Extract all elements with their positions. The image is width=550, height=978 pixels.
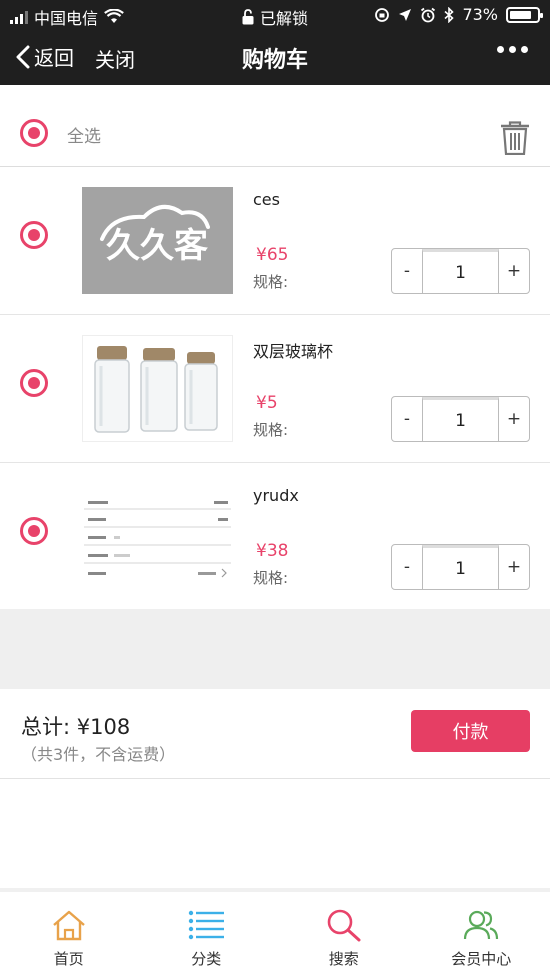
tab-member-label: 会员中心 xyxy=(451,950,512,968)
quantity-stepper: - 1 + xyxy=(391,396,530,442)
decrease-button[interactable]: - xyxy=(392,397,422,441)
lock-icon xyxy=(242,9,254,25)
tab-search[interactable]: 搜索 xyxy=(275,892,413,978)
select-all-radio[interactable] xyxy=(20,119,48,147)
tab-member[interactable]: 会员中心 xyxy=(413,892,550,978)
checkout-bar: 总计: ¥108 （共3件，不含运费） 付款 xyxy=(0,689,550,779)
list-icon xyxy=(189,910,225,940)
search-icon xyxy=(327,909,361,942)
trash-icon[interactable] xyxy=(500,121,530,155)
quantity-input[interactable]: 1 xyxy=(422,249,499,293)
more-menu-icon[interactable] xyxy=(497,46,528,53)
quantity-input[interactable]: 1 xyxy=(422,545,499,589)
increase-button[interactable]: + xyxy=(499,249,529,293)
product-name[interactable]: 双层玻璃杯 xyxy=(253,338,333,362)
quantity-input[interactable]: 1 xyxy=(422,397,499,441)
form-screenshot-image-icon xyxy=(84,501,231,578)
item-select-radio[interactable] xyxy=(20,221,48,249)
select-all-label[interactable]: 全选 xyxy=(67,122,101,147)
product-price: ¥38 xyxy=(256,541,289,561)
total-amount: 总计: ¥108 xyxy=(21,715,131,739)
product-spec: 规格: xyxy=(253,569,289,587)
page-title: 购物车 xyxy=(241,48,308,73)
home-icon xyxy=(52,910,85,941)
select-all-row: 全选 xyxy=(0,85,550,167)
tab-bar: 首页 分类 搜索 会员中心 xyxy=(0,888,550,978)
alarm-icon xyxy=(421,7,436,22)
increase-button[interactable]: + xyxy=(499,397,529,441)
quantity-stepper: - 1 + xyxy=(391,544,530,590)
product-price: ¥5 xyxy=(256,393,278,413)
lock-status-label: 已解锁 xyxy=(259,9,308,28)
product-image[interactable]: 久久客 xyxy=(82,187,233,294)
pay-button[interactable]: 付款 xyxy=(411,710,530,752)
bluetooth-icon xyxy=(444,6,455,23)
quantity-stepper: - 1 + xyxy=(391,248,530,294)
tab-home[interactable]: 首页 xyxy=(0,892,138,978)
nav-bar: 返回 关闭 购物车 xyxy=(0,30,550,85)
cart-item: yrudx ¥38 规格: - 1 + xyxy=(0,463,550,609)
tab-category-label: 分类 xyxy=(191,950,222,968)
item-select-radio[interactable] xyxy=(20,369,48,397)
product-image[interactable] xyxy=(82,335,233,442)
product-spec: 规格: xyxy=(253,273,289,291)
svg-text:久久客: 久久客 xyxy=(106,226,208,266)
glass-cup-image-icon xyxy=(94,346,218,433)
product-spec: 规格: xyxy=(253,421,289,439)
product-name[interactable]: yrudx xyxy=(253,486,299,505)
battery-percent: 73% xyxy=(462,5,498,24)
item-select-radio[interactable] xyxy=(20,517,48,545)
cart-item: 双层玻璃杯 ¥5 规格: - 1 + xyxy=(0,315,550,463)
battery-icon xyxy=(506,6,543,23)
decrease-button[interactable]: - xyxy=(392,249,422,293)
status-bar: 中国电信 已解锁 73% xyxy=(0,0,550,30)
product-name[interactable]: ces xyxy=(253,190,280,209)
brand-logo-icon: 久久客 xyxy=(100,205,210,266)
location-icon xyxy=(399,8,412,21)
increase-button[interactable]: + xyxy=(499,545,529,589)
total-note: （共3件，不含运费） xyxy=(21,745,176,764)
tab-search-label: 搜索 xyxy=(328,950,359,968)
product-image[interactable] xyxy=(82,483,233,590)
rotation-lock-icon xyxy=(375,7,390,22)
users-icon xyxy=(464,910,499,940)
tab-home-label: 首页 xyxy=(53,950,84,968)
decrease-button[interactable]: - xyxy=(392,545,422,589)
spacer xyxy=(0,609,550,689)
product-price: ¥65 xyxy=(256,245,289,265)
cart-item: 久久客 ces ¥65 规格: - 1 + xyxy=(0,167,550,315)
tab-category[interactable]: 分类 xyxy=(138,892,276,978)
status-right: 73% xyxy=(374,5,543,24)
